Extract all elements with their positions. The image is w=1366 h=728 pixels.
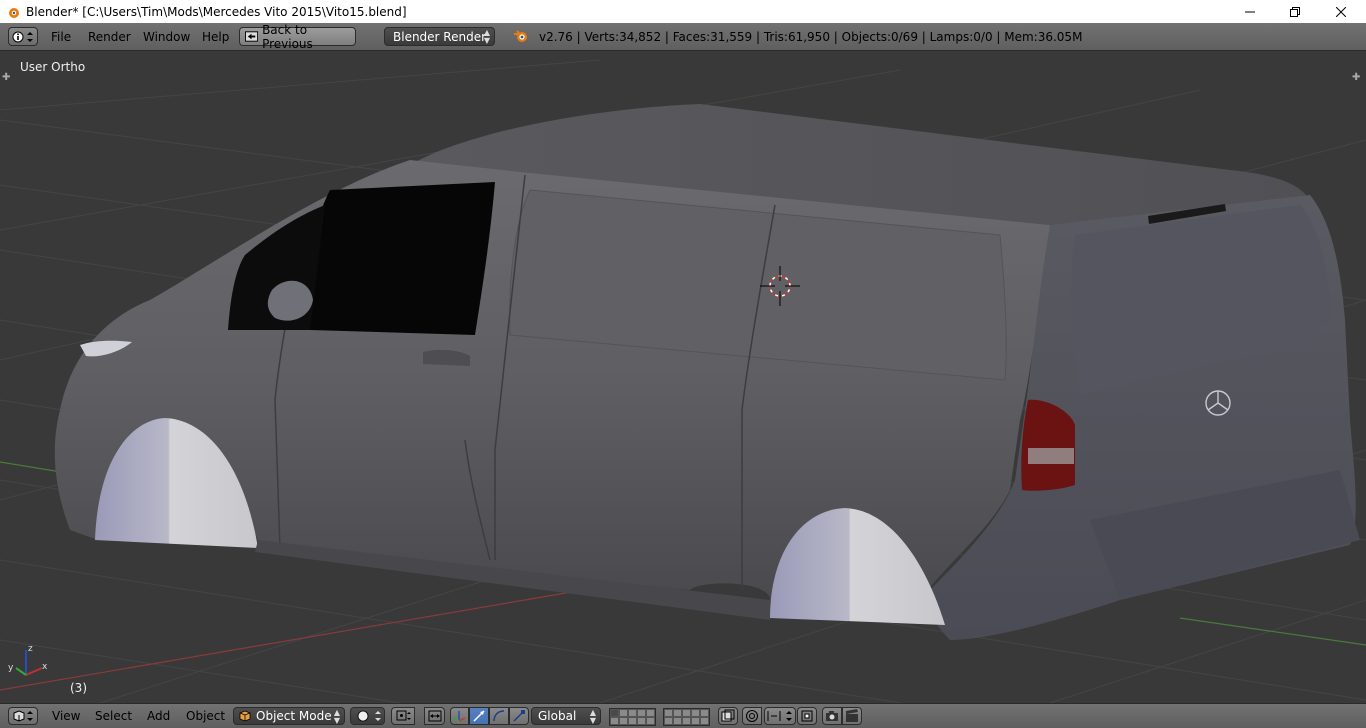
3d-view-icon <box>13 710 33 722</box>
rotate-arc-icon <box>493 710 505 722</box>
updown-arrows-icon: ▲ ▼ <box>483 28 490 45</box>
menu-help[interactable]: Help <box>202 30 229 44</box>
menu-file[interactable]: File <box>51 30 71 44</box>
translate-arrow-icon <box>473 710 485 722</box>
solid-shading-icon <box>357 710 381 722</box>
minimize-button[interactable] <box>1227 0 1273 23</box>
scale-manipulator-button[interactable] <box>509 707 529 725</box>
restore-button[interactable] <box>1272 0 1318 23</box>
blender-app-icon <box>9 7 19 18</box>
y-axis-line-right <box>1179 617 1366 646</box>
info-header: File Render Window Help Back to Previous… <box>0 23 1366 51</box>
scene-statistics: v2.76 | Verts:34,852 | Faces:31,559 | Tr… <box>539 30 1083 44</box>
interaction-mode-label: Object Mode <box>256 709 332 723</box>
3d-viewport[interactable]: User Ortho (3) ✚ ✚ z x y <box>0 51 1366 703</box>
opengl-render-animation-button[interactable] <box>842 707 862 725</box>
back-to-previous-button[interactable]: Back to Previous <box>239 23 356 51</box>
gizmo-y-label: y <box>8 663 14 673</box>
updown-arrows-icon: ▲ ▼ <box>333 708 340 725</box>
scene-layers-group-1[interactable] <box>609 708 656 726</box>
transform-orientation-label: Global <box>538 709 577 723</box>
transform-orientation-select[interactable]: Global ▲ ▼ <box>531 707 601 725</box>
menu-view[interactable]: View <box>52 709 80 723</box>
close-button[interactable] <box>1318 0 1364 23</box>
van-model[interactable] <box>54 104 1360 640</box>
menu-object[interactable]: Object <box>186 709 225 723</box>
translate-manipulator-button[interactable] <box>469 707 489 725</box>
lock-camera-layers-button[interactable] <box>718 707 738 725</box>
window-title: Blender* [C:\Users\Tim\Mods\Mercedes Vit… <box>26 4 407 19</box>
snap-target-icon <box>801 710 813 722</box>
back-to-previous-label: Back to Previous <box>262 22 313 51</box>
back-screen-icon <box>245 31 259 42</box>
pivot-point-icon <box>396 710 411 721</box>
menu-window[interactable]: Window <box>143 30 190 44</box>
layers-lock-icon <box>721 709 735 722</box>
3d-view-header: View Select Add Object Object Mode ▲ ▼ Gl… <box>0 703 1366 728</box>
menu-select[interactable]: Select <box>95 709 132 723</box>
interaction-mode-select[interactable]: Object Mode ▲ ▼ <box>233 707 345 725</box>
editor-type-button-3d[interactable] <box>8 707 38 725</box>
render-engine-select[interactable]: Blender Render ▲ ▼ <box>384 27 495 46</box>
camera-icon <box>826 711 838 721</box>
pivot-point-select[interactable] <box>391 707 415 725</box>
scale-icon <box>513 710 525 722</box>
window-titlebar: Blender* [C:\Users\Tim\Mods\Mercedes Vit… <box>0 0 1366 23</box>
manipulate-center-points-button[interactable] <box>424 707 445 725</box>
opengl-render-button[interactable] <box>822 707 842 725</box>
info-icon <box>12 31 33 42</box>
manipulator-icon <box>453 711 466 722</box>
center-points-icon <box>428 710 441 722</box>
viewport-shading-select[interactable] <box>350 707 385 725</box>
restore-icon <box>1290 6 1300 17</box>
editor-type-button[interactable] <box>8 27 38 46</box>
close-icon <box>1336 6 1346 17</box>
blender-logo-icon <box>514 30 527 42</box>
snap-target-button[interactable] <box>797 707 817 725</box>
rotate-manipulator-button[interactable] <box>489 707 509 725</box>
snap-icon <box>767 711 792 721</box>
minimize-icon <box>1245 11 1255 12</box>
updown-arrows-icon: ▲ ▼ <box>589 708 596 725</box>
menu-render[interactable]: Render <box>88 30 131 44</box>
snap-element-select[interactable] <box>764 707 796 725</box>
view-name-label: User Ortho <box>20 60 86 74</box>
object-mode-icon <box>239 710 251 722</box>
front-door-window <box>305 182 495 335</box>
clapperboard-icon <box>846 709 858 722</box>
gizmo-z-label: z <box>28 644 33 654</box>
proportional-editing-icon <box>746 710 758 722</box>
properties-toggle-icon[interactable]: ✚ <box>1352 72 1360 83</box>
gizmo-x-label: x <box>42 662 48 672</box>
transform-manipulator-toggle[interactable] <box>450 707 469 725</box>
menu-add[interactable]: Add <box>147 709 170 723</box>
proportional-editing-select[interactable] <box>742 707 762 725</box>
render-engine-label: Blender Render <box>393 29 487 44</box>
toolshelf-toggle-icon[interactable]: ✚ <box>2 72 10 83</box>
viewport-scene <box>0 59 1366 703</box>
scene-layers-group-2[interactable] <box>663 708 710 726</box>
frame-number-label: (3) <box>70 681 87 695</box>
tail-light-reverse <box>1028 448 1074 464</box>
